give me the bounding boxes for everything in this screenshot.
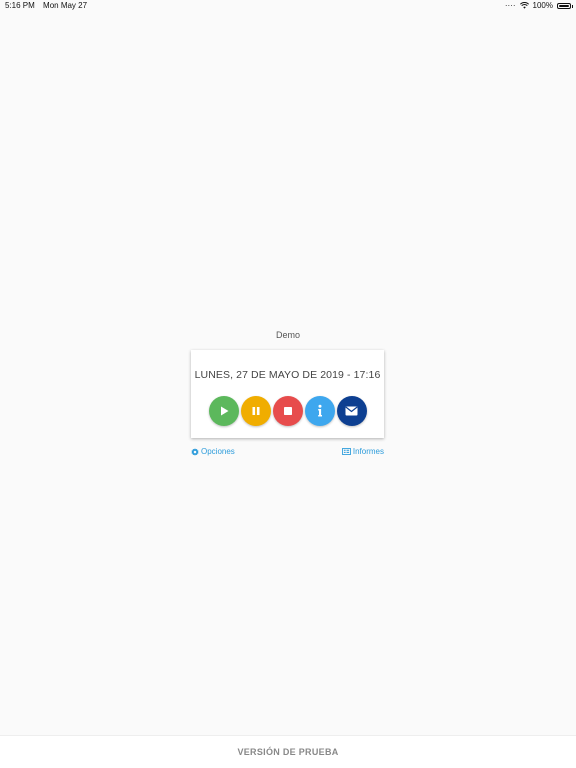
mail-button[interactable] [336, 396, 367, 426]
footer-links: Opciones Informes [191, 447, 384, 457]
battery-icon [557, 2, 573, 9]
info-button[interactable] [304, 396, 335, 426]
status-left: 5:16 PM Mon May 27 [5, 1, 87, 10]
signal-dots: ···· [504, 1, 516, 10]
play-button[interactable] [208, 396, 239, 426]
pause-button[interactable] [240, 396, 271, 426]
reports-link[interactable]: Informes [342, 447, 384, 456]
stop-icon [283, 407, 292, 415]
trial-version-label: VERSIÓN DE PRUEBA [237, 747, 339, 757]
status-bar: 5:16 PM Mon May 27 ···· 100% [0, 0, 576, 12]
trial-banner: VERSIÓN DE PRUEBA [0, 735, 576, 768]
pause-icon [252, 407, 259, 415]
wifi-icon [519, 2, 529, 9]
report-icon [342, 448, 351, 455]
status-right: ···· 100% [504, 1, 573, 10]
reports-label: Informes [352, 447, 384, 456]
mail-icon [345, 406, 358, 416]
gear-icon [191, 447, 199, 456]
current-datetime: LUNES, 27 DE MAYO DE 2019 - 17:16 [194, 369, 381, 381]
status-date: Mon May 27 [43, 1, 88, 10]
battery-percent: 100% [532, 1, 553, 10]
page-title: Demo [275, 330, 300, 340]
clock-card: LUNES, 27 DE MAYO DE 2019 - 17:16 [191, 350, 384, 438]
options-link[interactable]: Opciones [191, 447, 235, 456]
info-icon [317, 404, 322, 417]
stop-button[interactable] [272, 396, 303, 426]
action-buttons [191, 396, 384, 426]
play-icon [220, 406, 228, 416]
status-time: 5:16 PM [5, 1, 35, 10]
options-label: Opciones [201, 447, 235, 456]
